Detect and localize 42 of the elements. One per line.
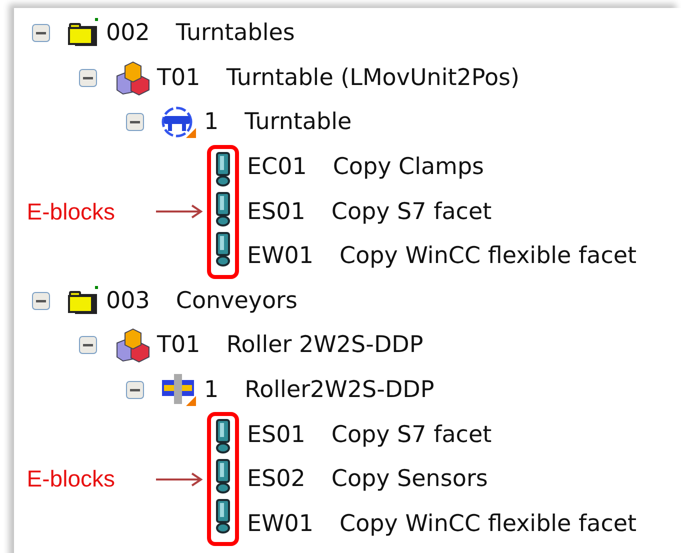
node-code: 1 bbox=[204, 377, 219, 404]
node-code: EW01 bbox=[247, 510, 314, 537]
block-icon bbox=[215, 498, 231, 534]
node-code: ES01 bbox=[247, 422, 306, 448]
node-label: Turntables bbox=[176, 20, 295, 46]
node-code: 1 bbox=[204, 109, 219, 136]
node-code: 002 bbox=[106, 20, 150, 46]
block-icon bbox=[215, 150, 231, 187]
node-code: 003 bbox=[106, 288, 150, 314]
node-code: ES01 bbox=[247, 198, 306, 225]
node-code: T01 bbox=[157, 332, 200, 358]
collapse-toggle[interactable] bbox=[32, 24, 50, 42]
node-label: Copy S7 facet bbox=[331, 198, 492, 225]
collapse-toggle[interactable] bbox=[32, 292, 50, 310]
node-label: Roller2W2S-DDP bbox=[244, 377, 434, 404]
node-label: Conveyors bbox=[176, 288, 298, 314]
block-icon bbox=[215, 418, 231, 454]
roller-icon bbox=[160, 372, 198, 408]
annotation-arrow bbox=[155, 204, 203, 220]
node-label: Copy S7 facet bbox=[331, 422, 492, 448]
block-icon bbox=[215, 458, 231, 494]
node-label: Copy Clamps bbox=[332, 154, 484, 180]
collapse-toggle[interactable] bbox=[79, 68, 97, 87]
collapse-toggle[interactable] bbox=[126, 381, 144, 400]
node-code: EC01 bbox=[247, 154, 307, 180]
node-label: Turntable bbox=[244, 109, 352, 136]
node-label: Copy WinCC flexible facet bbox=[340, 243, 637, 270]
turntable-icon bbox=[160, 104, 198, 140]
node-code: ES02 bbox=[247, 466, 306, 492]
annotation-label: E-blocks bbox=[26, 198, 115, 226]
collapse-toggle[interactable] bbox=[126, 113, 144, 132]
node-code: T01 bbox=[157, 64, 200, 91]
block-icon bbox=[215, 230, 231, 267]
collapse-toggle[interactable] bbox=[79, 336, 97, 354]
node-label: Copy WinCC flexible facet bbox=[340, 510, 637, 537]
node-label: Roller 2W2S-DDP bbox=[226, 332, 424, 358]
annotation-arrow bbox=[155, 471, 203, 488]
node-label: Turntable (LMovUnit2Pos) bbox=[226, 64, 520, 91]
node-code: EW01 bbox=[247, 243, 314, 270]
node-label: Copy Sensors bbox=[331, 466, 488, 492]
block-icon bbox=[215, 190, 231, 227]
annotation-label: E-blocks bbox=[26, 466, 115, 493]
